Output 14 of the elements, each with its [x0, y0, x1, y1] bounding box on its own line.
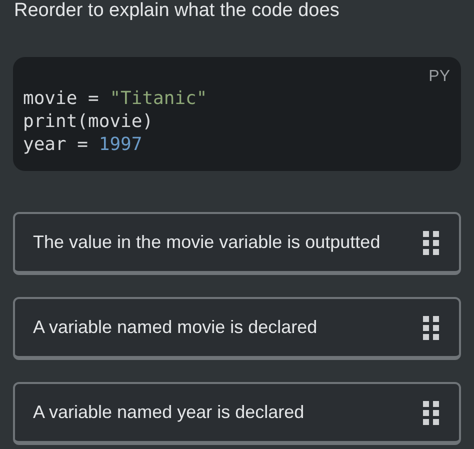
answer-option[interactable]: A variable named movie is declared: [13, 297, 461, 360]
code-line: year = 1997: [23, 133, 144, 156]
option-text: A variable named movie is declared: [33, 316, 318, 339]
language-label: PY: [428, 67, 450, 87]
drag-handle-icon[interactable]: [423, 316, 439, 340]
answer-option[interactable]: A variable named year is declared: [13, 382, 461, 445]
answer-option[interactable]: The value in the movie variable is outputted: [13, 212, 461, 275]
question-title: Reorder to explain what the code does: [14, 1, 340, 20]
code-line: movie = "Titanic": [23, 87, 208, 110]
drag-handle-icon[interactable]: [423, 230, 439, 254]
option-text: A variable named year is declared: [33, 401, 304, 424]
drag-handle-icon[interactable]: [423, 400, 439, 424]
code-line: print(movie): [23, 110, 154, 133]
option-text: The value in the movie variable is outputted: [33, 231, 380, 254]
